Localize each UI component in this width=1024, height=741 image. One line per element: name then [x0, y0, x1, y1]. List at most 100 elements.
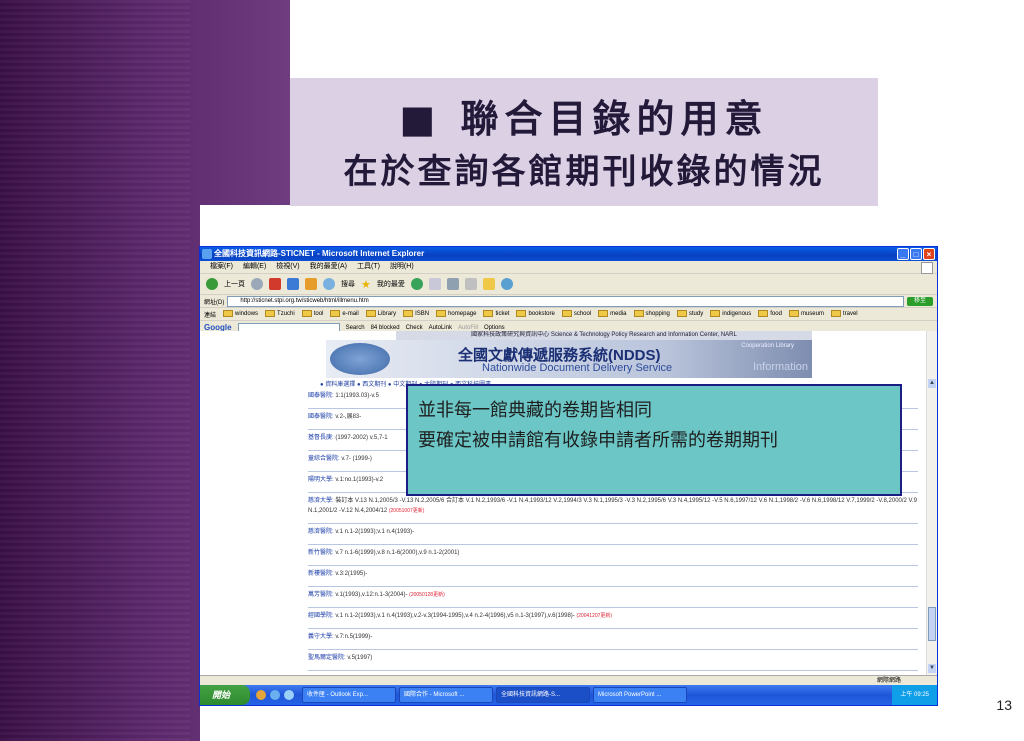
forward-arrow-icon[interactable]	[251, 278, 263, 290]
link-bookstore[interactable]: bookstore	[516, 310, 555, 318]
link-indigenous[interactable]: indigenous	[710, 310, 751, 318]
popup-blocked-count[interactable]: 84 blocked	[371, 325, 400, 331]
holding-text: v.7:n.5(1999)-	[335, 634, 373, 640]
address-input[interactable]: http://sticnet.stpi.org.tw/sticweb/html/…	[227, 295, 904, 307]
link-label: windows	[235, 311, 259, 318]
link-ticket[interactable]: ticket	[483, 310, 509, 318]
clock[interactable]: 上午 09:25	[900, 692, 929, 698]
banner-cooperation: Cooperation Library	[741, 343, 794, 349]
link-library[interactable]: Library	[365, 310, 397, 318]
list-item: 慈濟大學: 裝訂本 V.13 N.1,2005/3 -V.13 N.2,2005…	[308, 493, 918, 524]
library-link[interactable]: 經國學院:	[308, 613, 334, 619]
page-content: 國家科技政策研究與資訊中心 Science & Technology Polic…	[200, 331, 927, 675]
link-label: Library	[377, 311, 397, 318]
library-link[interactable]: 陽明大學:	[308, 477, 334, 483]
link-isbn[interactable]: ISBN	[403, 310, 429, 318]
folder-icon	[633, 310, 644, 318]
link-school[interactable]: school	[561, 310, 591, 318]
holding-text: v.7- (1999-)	[341, 456, 372, 462]
menu-tools[interactable]: 工具(T)	[357, 261, 380, 273]
minimize-button[interactable]: _	[897, 248, 909, 260]
back-arrow-icon[interactable]	[206, 278, 218, 290]
search-icon[interactable]	[323, 278, 335, 290]
go-button[interactable]: 移至	[907, 296, 933, 306]
link-label: bookstore	[528, 311, 555, 318]
library-link[interactable]: 慈濟醫院:	[308, 529, 334, 535]
library-link[interactable]: 新樓醫院:	[308, 571, 334, 577]
menu-view[interactable]: 檢視(V)	[276, 261, 299, 273]
link-tool[interactable]: tool	[301, 310, 324, 318]
link-study[interactable]: study	[676, 310, 703, 318]
link-windows[interactable]: windows	[223, 310, 259, 318]
link-shopping[interactable]: shopping	[633, 310, 670, 318]
link-label: shopping	[645, 311, 670, 318]
autolink-button[interactable]: AutoLink	[429, 325, 452, 331]
folder-icon	[788, 310, 799, 318]
google-search-button[interactable]: Search	[346, 325, 365, 331]
quick-launch-icon[interactable]	[284, 690, 294, 700]
autofill-button[interactable]: AutoFill	[458, 325, 478, 331]
task-powerpoint[interactable]: Microsoft PowerPoint ...	[593, 687, 687, 703]
library-link[interactable]: 基督長庚:	[308, 435, 334, 441]
back-button[interactable]: 上一頁	[224, 279, 245, 289]
library-link[interactable]: 國泰醫院:	[308, 414, 334, 420]
stop-icon[interactable]	[269, 278, 281, 290]
history-icon[interactable]	[410, 278, 423, 290]
task-word[interactable]: 國際合作 - Microsoft ...	[399, 687, 493, 703]
library-link[interactable]: 慈濟大學:	[308, 498, 334, 504]
library-link[interactable]: 國泰醫院:	[308, 393, 334, 399]
maximize-button[interactable]: □	[910, 248, 922, 260]
window-titlebar[interactable]: 全國科技資訊網路-STICNET - Microsoft Internet Ex…	[200, 247, 937, 261]
task-outlook[interactable]: 收件匣 - Outlook Exp...	[302, 687, 396, 703]
scroll-thumb[interactable]	[928, 607, 936, 641]
messenger-icon[interactable]	[500, 278, 513, 290]
menu-file[interactable]: 檔案(F)	[210, 261, 233, 273]
vertical-scrollbar[interactable]: ▲ ▼	[926, 331, 937, 675]
link-email[interactable]: e-mail	[330, 310, 359, 318]
ndds-banner: 全國文獻傳遞服務系統(NDDS) Nationwide Document Del…	[326, 340, 812, 378]
refresh-icon[interactable]	[287, 278, 299, 290]
menu-edit[interactable]: 編輯(E)	[243, 261, 266, 273]
start-button[interactable]: 開始	[200, 685, 250, 705]
spell-check-button[interactable]: Check	[406, 325, 423, 331]
menu-help[interactable]: 說明(H)	[390, 261, 414, 273]
link-homepage[interactable]: homepage	[436, 310, 476, 318]
search-button[interactable]: 搜尋	[341, 279, 355, 289]
scroll-down-icon[interactable]: ▼	[928, 664, 936, 673]
favorites-button[interactable]: 我的最愛	[377, 279, 405, 289]
close-button[interactable]: ×	[923, 248, 935, 260]
folder-icon	[403, 310, 414, 318]
library-link[interactable]: 萬芳醫院:	[308, 592, 334, 598]
link-label: Tzuchi	[277, 311, 295, 318]
library-link[interactable]: 新竹醫院:	[308, 550, 334, 556]
task-ie-active[interactable]: 全國科技資訊網路-S...	[496, 687, 590, 703]
link-food[interactable]: food	[758, 310, 782, 318]
edit-icon[interactable]	[464, 278, 477, 290]
holding-text: v.3:2(1995)-	[335, 571, 368, 577]
list-item: 義守大學: v.7:n.5(1999)-	[308, 629, 918, 650]
folder-icon[interactable]	[482, 278, 495, 290]
link-museum[interactable]: museum	[788, 310, 824, 318]
quick-launch-icon[interactable]	[256, 690, 266, 700]
library-link[interactable]: 義守大學:	[308, 634, 334, 640]
quick-launch-icon[interactable]	[270, 690, 280, 700]
menu-favorites[interactable]: 我的最愛(A)	[310, 261, 347, 273]
scroll-up-icon[interactable]: ▲	[928, 379, 936, 388]
link-media[interactable]: media	[598, 310, 627, 318]
slide-title-box: ■ 聯合目錄的用意 在於查詢各館期刊收錄的情況	[290, 78, 878, 206]
options-button[interactable]: Options	[484, 325, 505, 331]
address-label: 網址(D)	[204, 299, 225, 306]
folder-icon	[598, 310, 609, 318]
library-link[interactable]: 聖馬爾定醫院:	[308, 655, 346, 661]
holding-text: v.1 n.1-2(1993),v.1 n.4(1993),v.2-v.3(19…	[335, 613, 575, 619]
holding-text: v.7 n.1-6(1999),v.8 n.1-6(2000),v.9 n.1-…	[335, 550, 460, 556]
home-icon[interactable]	[305, 278, 317, 290]
library-link[interactable]: 童綜合醫院:	[308, 456, 340, 462]
star-icon[interactable]: ★	[361, 278, 371, 291]
print-icon[interactable]	[446, 278, 459, 290]
link-tzuchi[interactable]: Tzuchi	[265, 310, 295, 318]
slide-subtitle: 在於查詢各館期刊收錄的情況	[343, 152, 825, 192]
link-travel[interactable]: travel	[830, 310, 858, 318]
link-label: tool	[313, 311, 324, 318]
mail-icon[interactable]	[428, 278, 441, 290]
